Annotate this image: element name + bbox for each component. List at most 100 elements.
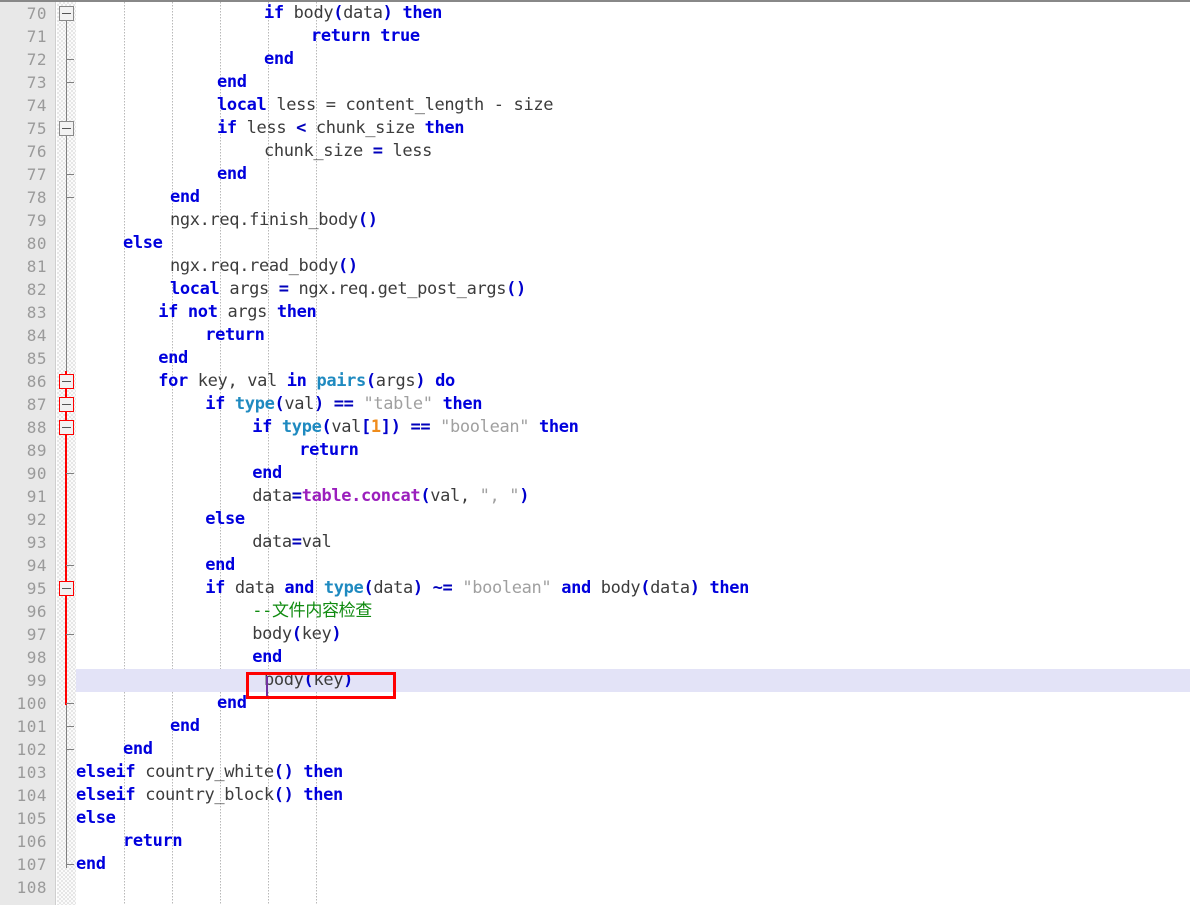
token-kw: end bbox=[252, 647, 282, 667]
token-id bbox=[307, 371, 317, 391]
code-line[interactable]: if type(val) == "table" then bbox=[205, 393, 482, 416]
code-line[interactable]: end bbox=[252, 646, 282, 669]
fold-margin[interactable] bbox=[57, 2, 76, 905]
code-line[interactable]: else bbox=[205, 508, 245, 531]
code-line[interactable]: return bbox=[205, 324, 265, 347]
token-paren: ) bbox=[382, 3, 393, 23]
code-line[interactable]: end bbox=[170, 715, 200, 738]
token-kw: end bbox=[217, 164, 247, 184]
token-kw: end bbox=[170, 187, 200, 207]
code-line[interactable]: for key, val in pairs(args) do bbox=[158, 370, 455, 393]
token-id: val, bbox=[430, 486, 480, 506]
fold-collapse-icon[interactable] bbox=[59, 420, 74, 435]
fold-collapse-icon[interactable] bbox=[59, 6, 74, 21]
line-number: 71 bbox=[26, 27, 47, 46]
token-id: val bbox=[284, 394, 315, 414]
token-id: ngx.req.finish_body bbox=[170, 210, 358, 230]
token-id bbox=[700, 578, 710, 598]
line-number: 102 bbox=[16, 740, 47, 759]
code-line[interactable]: elseif country_block() then bbox=[76, 784, 343, 807]
code-line[interactable]: body(key) bbox=[252, 623, 341, 646]
code-line[interactable]: end bbox=[217, 163, 247, 186]
code-line[interactable]: end bbox=[76, 853, 106, 876]
token-kw: if bbox=[205, 394, 226, 414]
line-number: 79 bbox=[26, 211, 47, 230]
line-number: 80 bbox=[26, 234, 47, 253]
line-number-gutter[interactable]: 70 71 72 73 74 75 76 77 78 79 80 81 82 83 84 85 86 87 88 89… bbox=[0, 2, 56, 905]
token-fn: pairs bbox=[316, 371, 366, 391]
token-id bbox=[452, 578, 462, 598]
line-number: 82 bbox=[26, 280, 47, 299]
code-line[interactable]: ngx.req.finish_body() bbox=[170, 209, 378, 232]
token-kw: end bbox=[158, 348, 188, 368]
line-number: 76 bbox=[26, 142, 47, 161]
code-line[interactable]: end bbox=[123, 738, 153, 761]
fold-tree-tick bbox=[66, 59, 74, 60]
token-paren: ) bbox=[689, 578, 700, 598]
token-paren: ( bbox=[274, 394, 285, 414]
token-id: args bbox=[375, 371, 416, 391]
code-line[interactable]: return true bbox=[311, 25, 420, 48]
line-number: 86 bbox=[26, 372, 47, 391]
token-id bbox=[272, 417, 282, 437]
token-id bbox=[430, 417, 440, 437]
fold-collapse-icon[interactable] bbox=[59, 581, 74, 596]
code-line[interactable]: if type(val[1]) == "boolean" then bbox=[252, 416, 579, 439]
code-line[interactable]: end bbox=[205, 554, 235, 577]
code-line[interactable]: end bbox=[252, 462, 282, 485]
token-kw: then bbox=[303, 762, 343, 782]
token-id bbox=[225, 394, 235, 414]
token-num: 1 bbox=[370, 417, 381, 437]
line-number: 74 bbox=[26, 96, 47, 115]
code-line[interactable]: if less < chunk_size then bbox=[217, 117, 465, 140]
token-kw: then bbox=[709, 578, 750, 598]
token-kw: do bbox=[435, 371, 455, 391]
token-id: body bbox=[590, 578, 641, 598]
token-id: ngx.req.get_post_args bbox=[288, 279, 507, 299]
code-text-area[interactable]: if body(data) then return true end end local… bbox=[76, 2, 1190, 905]
token-paren: () bbox=[273, 762, 294, 782]
line-number: 81 bbox=[26, 257, 47, 276]
fold-tree-tick bbox=[66, 82, 74, 83]
code-line[interactable]: end bbox=[170, 186, 200, 209]
code-line[interactable]: else bbox=[123, 232, 163, 255]
token-cmt: --文件内容检查 bbox=[252, 601, 372, 621]
code-line[interactable]: return bbox=[299, 439, 359, 462]
token-id: ngx.req.read_body bbox=[170, 256, 339, 276]
token-paren: ( bbox=[420, 486, 431, 506]
fold-collapse-icon[interactable] bbox=[59, 374, 74, 389]
code-line[interactable]: else bbox=[76, 807, 116, 830]
code-line[interactable]: end bbox=[264, 48, 294, 71]
line-number: 101 bbox=[16, 717, 47, 736]
token-kw: return bbox=[311, 26, 371, 46]
token-id: val bbox=[331, 417, 362, 437]
code-line[interactable]: ngx.req.read_body() bbox=[170, 255, 358, 278]
token-kw: end bbox=[264, 49, 294, 69]
code-line[interactable]: local less = content_length - size bbox=[217, 94, 553, 117]
code-line[interactable]: data=val bbox=[252, 531, 331, 554]
code-editor[interactable]: 70 71 72 73 74 75 76 77 78 79 80 81 82 83 84 85 86 87 88 89… bbox=[0, 0, 1190, 905]
code-line[interactable]: local args = ngx.req.get_post_args() bbox=[170, 278, 526, 301]
code-line[interactable]: data=table.concat(val, ", ") bbox=[252, 485, 529, 508]
fold-collapse-icon[interactable] bbox=[59, 121, 74, 136]
code-line[interactable]: if data and type(data) ~= "boolean" and … bbox=[205, 577, 749, 600]
code-line[interactable]: end bbox=[217, 71, 247, 94]
fold-tree-end-corner bbox=[66, 864, 74, 865]
token-kw: and bbox=[561, 578, 591, 598]
code-line[interactable]: end bbox=[158, 347, 188, 370]
code-line[interactable]: return bbox=[123, 830, 183, 853]
token-id bbox=[551, 578, 561, 598]
code-line[interactable]: elseif country_white() then bbox=[76, 761, 343, 784]
token-id bbox=[433, 394, 443, 414]
code-line[interactable]: body(key) bbox=[264, 669, 353, 692]
code-line[interactable]: end bbox=[217, 692, 247, 715]
token-id bbox=[529, 417, 539, 437]
line-number: 78 bbox=[26, 188, 47, 207]
code-line[interactable]: if not args then bbox=[158, 301, 317, 324]
line-number: 96 bbox=[26, 602, 47, 621]
code-line[interactable]: --文件内容检查 bbox=[252, 600, 372, 623]
token-id: data bbox=[343, 3, 383, 23]
code-line[interactable]: if body(data) then bbox=[264, 2, 442, 25]
fold-collapse-icon[interactable] bbox=[59, 397, 74, 412]
code-line[interactable]: chunk_size = less bbox=[264, 140, 432, 163]
